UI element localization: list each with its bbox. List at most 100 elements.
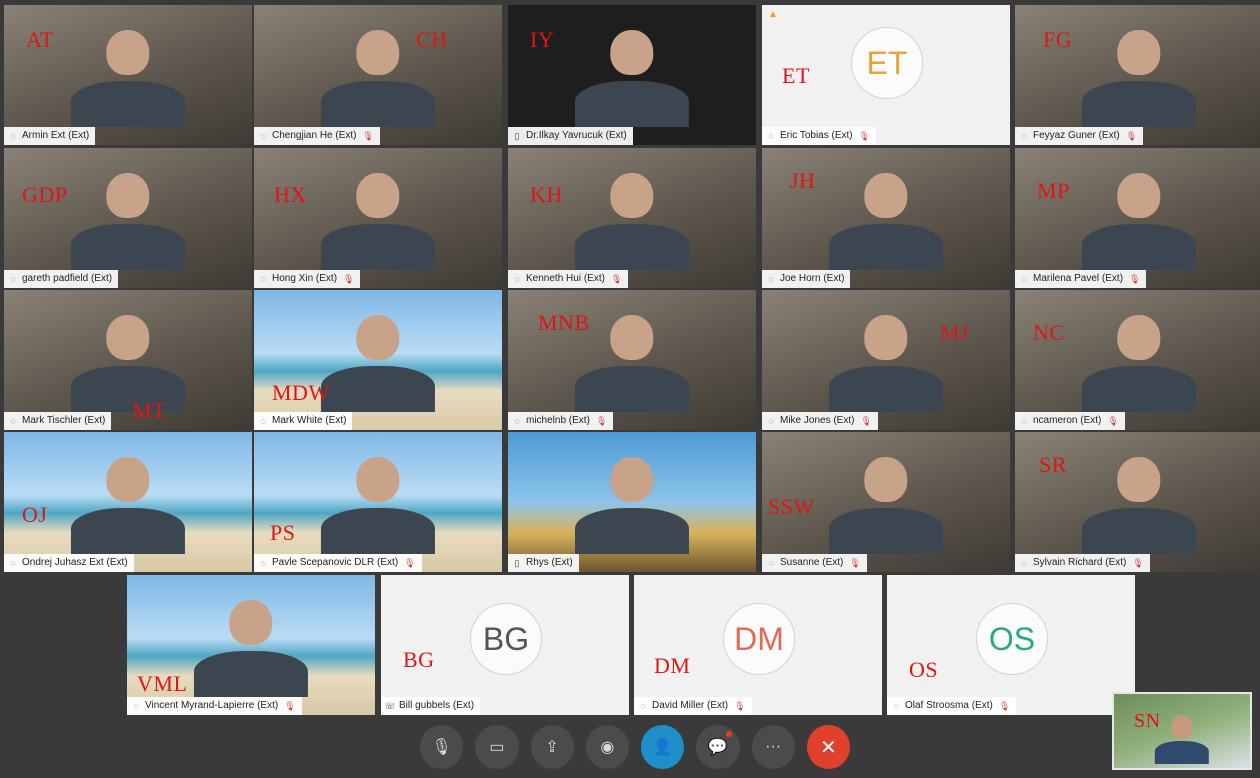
participant-name-label: ◌ David Miller (Ext) 🎙 <box>634 697 752 715</box>
mute-button[interactable]: 🎙 <box>420 725 464 769</box>
participant-tile[interactable]: VML ◌ Vincent Myrand-Lapierre (Ext) 🎙 <box>127 575 375 715</box>
participant-tile[interactable]: JH ◌ Joe Horn (Ext) <box>762 148 1010 288</box>
audio-icon: ◌ <box>260 131 266 141</box>
chat-icon: 💬 <box>707 739 728 756</box>
participant-video <box>1081 23 1197 127</box>
participant-name-label: ◌ Hong Xin (Ext) 🎙 <box>254 270 361 288</box>
record-button[interactable]: ◉ <box>585 725 629 769</box>
participant-video <box>70 166 186 270</box>
participant-name: Feyyaz Guner (Ext) <box>1033 130 1120 141</box>
participant-name: Vincent Myrand-Lapierre (Ext) <box>145 700 279 711</box>
participant-name: Dr.Ilkay Yavrucuk (Ext) <box>526 130 627 141</box>
participant-tile[interactable]: FG ◌ Feyyaz Guner (Ext) 🎙 <box>1015 5 1260 145</box>
participant-name-label: ◌ Vincent Myrand-Lapierre (Ext) 🎙 <box>127 697 302 715</box>
participant-initials: MNB <box>538 310 590 335</box>
participant-tile[interactable]: NC ◌ ncameron (Ext) 🎙 <box>1015 290 1260 430</box>
muted-microphone-icon: 🎙 <box>734 701 746 711</box>
participant-name: Ondrej Juhasz Ext (Ext) <box>22 557 128 568</box>
participant-name-label: ◌ Susanne (Ext) 🎙 <box>762 554 867 572</box>
participant-name-label: ◌ ncameron (Ext) 🎙 <box>1015 412 1125 430</box>
participant-video <box>1081 308 1197 412</box>
participant-name: Sylvain Richard (Ext) <box>1033 557 1127 568</box>
muted-microphone-icon: 🎙 <box>849 558 861 568</box>
camera-off-icon: ▭ <box>489 739 505 756</box>
participant-name-label: ▯ Dr.Ilkay Yavrucuk (Ext) <box>508 127 633 145</box>
meeting-controls: 🎙 ▭ ⇪ ◉ 👤 💬 ··· ✕ <box>420 724 850 770</box>
participant-tile[interactable]: ▯ Rhys (Ext) <box>508 432 756 572</box>
participant-tile[interactable]: MT ◌ Mark Tischler (Ext) <box>4 290 252 430</box>
participant-video <box>574 166 690 270</box>
participant-video <box>70 308 186 412</box>
muted-microphone-icon: 🎙 <box>404 558 416 568</box>
phone-icon: ▯ <box>514 131 520 141</box>
audio-icon: ◌ <box>768 274 774 284</box>
participant-name: Rhys (Ext) <box>526 557 573 568</box>
self-view[interactable]: SN <box>1112 692 1252 770</box>
participant-tile[interactable]: MJ ◌ Mike Jones (Ext) 🎙 <box>762 290 1010 430</box>
audio-icon: ◌ <box>1021 416 1027 426</box>
participant-name: Hong Xin (Ext) <box>272 273 338 284</box>
participant-tile[interactable]: SR ◌ Sylvain Richard (Ext) 🎙 <box>1015 432 1260 572</box>
audio-icon: ◌ <box>514 274 520 284</box>
muted-microphone-icon: 🎙 <box>998 701 1011 711</box>
participant-tile[interactable]: IY ▯ Dr.Ilkay Yavrucuk (Ext) <box>508 5 756 145</box>
end-button[interactable]: ✕ <box>806 725 850 769</box>
more-button[interactable]: ··· <box>751 725 795 769</box>
microphone-muted-icon: 🎙 <box>431 739 452 756</box>
participant-tile[interactable]: BG BG ☏ Bill gubbels (Ext) <box>381 575 629 715</box>
participant-video <box>320 166 436 270</box>
audio-icon: ◌ <box>1021 131 1027 141</box>
participant-name-label: ◌ Sylvain Richard (Ext) 🎙 <box>1015 554 1150 572</box>
chat-button[interactable]: 💬 <box>696 725 740 769</box>
participants-button[interactable]: 👤 <box>641 725 685 769</box>
share-button[interactable]: ⇪ <box>530 725 574 769</box>
participant-initials: MT <box>132 398 166 423</box>
participant-name: Armin Ext (Ext) <box>22 130 90 141</box>
participant-tile[interactable]: CH ◌ Chengjian He (Ext) 🎙 <box>254 5 502 145</box>
participant-tile[interactable]: OJ ◌ Ondrej Juhasz Ext (Ext) <box>4 432 252 572</box>
participant-avatar: BG <box>470 603 542 675</box>
participant-initials: NC <box>1033 320 1065 345</box>
muted-microphone-icon: 🎙 <box>362 131 374 141</box>
participant-tile[interactable]: KH ◌ Kenneth Hui (Ext) 🎙 <box>508 148 756 288</box>
participant-tile[interactable]: HX ◌ Hong Xin (Ext) 🎙 <box>254 148 502 288</box>
participant-name: Joe Horn (Ext) <box>780 273 845 284</box>
participant-video <box>1081 166 1197 270</box>
participant-name-label: ◌ Marilena Pavel (Ext) 🎙 <box>1015 270 1147 288</box>
participant-tile[interactable]: ET ▲ ET ◌ Eric Tobias (Ext) 🎙 <box>762 5 1010 145</box>
participant-initials: MJ <box>940 320 970 345</box>
participant-name: Mike Jones (Ext) <box>780 415 855 426</box>
participant-name: David Miller (Ext) <box>652 700 729 711</box>
participant-tile[interactable]: MDW ◌ Mark White (Ext) <box>254 290 502 430</box>
audio-icon: ◌ <box>768 416 774 426</box>
video-grid: AT ◌ Armin Ext (Ext) CH ◌ Chengjian He (Ext) 🎙… <box>0 0 1260 778</box>
participant-name: Mark White (Ext) <box>272 415 347 426</box>
participant-tile[interactable]: PS ◌ Pavle Scepanovic DLR (Ext) 🎙 <box>254 432 502 572</box>
participant-name: ncameron (Ext) <box>1033 415 1102 426</box>
participant-tile[interactable]: OS OS ◌ Olaf Stroosma (Ext) 🎙 <box>887 575 1135 715</box>
participant-initials: BG <box>403 647 435 672</box>
participant-initials: FG <box>1043 27 1073 52</box>
participant-tile[interactable]: MNB ◌ michelnb (Ext) 🎙 <box>508 290 756 430</box>
participant-name: michelnb (Ext) <box>526 415 590 426</box>
video-button[interactable]: ▭ <box>475 725 519 769</box>
participant-name-label: ◌ Kenneth Hui (Ext) 🎙 <box>508 270 629 288</box>
participant-tile[interactable]: MP ◌ Marilena Pavel (Ext) 🎙 <box>1015 148 1260 288</box>
audio-icon: ◌ <box>10 416 16 426</box>
audio-icon: ◌ <box>260 274 266 284</box>
participant-tile[interactable]: AT ◌ Armin Ext (Ext) <box>4 5 252 145</box>
participant-initials: DM <box>654 653 691 678</box>
audio-icon: ◌ <box>260 416 266 426</box>
participant-name: Kenneth Hui (Ext) <box>526 273 605 284</box>
participant-tile[interactable]: DM DM ◌ David Miller (Ext) 🎙 <box>634 575 882 715</box>
participant-name-label: ◌ michelnb (Ext) 🎙 <box>508 412 614 430</box>
participant-tile[interactable]: SSW ◌ Susanne (Ext) 🎙 <box>762 432 1010 572</box>
participant-tile[interactable]: GDP ◌ gareth padfield (Ext) <box>4 148 252 288</box>
participant-avatar: OS <box>976 603 1048 675</box>
audio-icon: ◌ <box>10 558 16 568</box>
audio-icon: ◌ <box>893 701 899 711</box>
participant-name-label: ◌ Mike Jones (Ext) 🎙 <box>762 412 878 430</box>
participant-initials: OJ <box>22 502 48 527</box>
participant-initials: VML <box>137 671 188 696</box>
participant-video <box>320 450 436 554</box>
